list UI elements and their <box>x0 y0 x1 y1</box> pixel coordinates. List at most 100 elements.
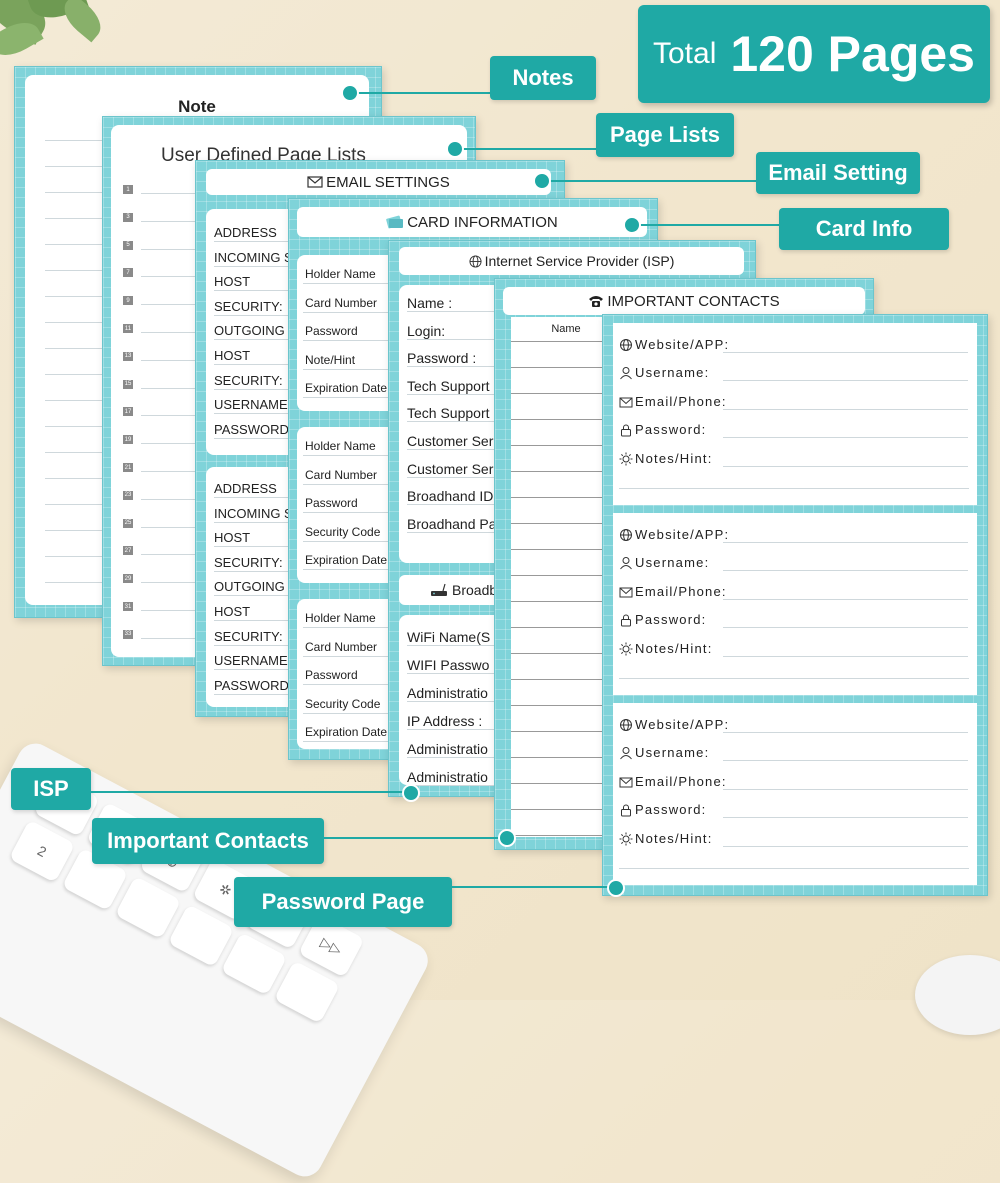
password-extra-line <box>619 868 969 869</box>
page-number-box: 3 <box>123 212 133 222</box>
router-icon <box>431 583 447 596</box>
password-page-sheet: Website/APP: Username: Email/Phone: Passwor… <box>602 314 988 896</box>
sun-icon <box>619 452 633 471</box>
email-field-label: ADDRESS <box>214 481 277 496</box>
email-field-label: SECURITY: <box>214 298 283 314</box>
password-field-line <box>723 542 968 543</box>
page-number-box: 17 <box>123 407 133 417</box>
envelope-icon <box>619 775 633 794</box>
isp-connector-dot <box>402 784 420 802</box>
important-contacts-callout: Important Contacts <box>92 818 324 864</box>
sun-icon <box>619 832 633 851</box>
notes-callout: Notes <box>490 56 596 100</box>
page-number-box: 9 <box>123 296 133 306</box>
isp-field-label: Tech Support <box>407 377 490 394</box>
isp-field-label: Broadhand Pa <box>407 515 497 532</box>
globe-icon <box>619 718 633 737</box>
wifi-field-label: WiFi Name(S <box>407 629 491 645</box>
password-page-connector <box>452 886 614 888</box>
email-field-label: USERNAME <box>214 653 288 669</box>
password-field-label: Website/APP: <box>635 337 730 352</box>
page-number-box: 21 <box>123 463 133 472</box>
email-field-label: HOST <box>214 348 251 363</box>
card-field-label: Holder Name <box>305 267 376 281</box>
total-pages-banner: Total 120 Pages <box>638 5 990 103</box>
page-number-box: 23 <box>123 490 133 500</box>
globe-icon <box>619 338 633 357</box>
email-field-label: INCOMING S <box>214 249 293 265</box>
password-field-line <box>723 627 968 629</box>
globe-icon <box>469 254 482 268</box>
password-field-line <box>723 380 968 382</box>
card-field-label: Expiration Date <box>305 553 388 567</box>
wifi-field-label: IP Address : <box>407 713 483 729</box>
wifi-field-label: WIFI Passwo <box>407 657 490 673</box>
password-field-label: Password: <box>635 422 707 438</box>
isp-header: Internet Service Provider (ISP) <box>399 247 744 275</box>
note-title: Note <box>178 97 216 116</box>
password-field-label: Password: <box>635 612 707 628</box>
total-prefix: Total <box>652 37 717 70</box>
password-extra-line <box>619 678 969 679</box>
password-field-label: Username: <box>635 745 710 761</box>
important-contacts-connector-dot <box>498 829 516 847</box>
card-field-label: Password <box>305 496 358 510</box>
important-contacts-connector <box>324 837 506 839</box>
password-field-line <box>723 732 968 733</box>
wifi-field-label: Administratio <box>407 685 488 701</box>
contacts-header: IMPORTANT CONTACTS <box>503 287 865 315</box>
email-field-label: OUTGOING ( <box>214 579 293 595</box>
page-number-box: 11 <box>123 324 133 333</box>
card-info-header: CARD INFORMATION <box>297 207 647 237</box>
isp-title: Internet Service Provider (ISP) <box>484 253 675 269</box>
isp-field-label: Login: <box>407 322 446 339</box>
page-number-box: 27 <box>123 546 133 556</box>
sun-icon <box>619 642 633 661</box>
password-field-line <box>723 570 968 572</box>
card-field-label: Expiration Date <box>305 381 388 395</box>
email-setting-connector <box>543 180 757 182</box>
wifi-field-label: Administratio <box>407 769 488 785</box>
page-number-box: 33 <box>123 629 133 639</box>
email-field-label: PASSWORD <box>214 677 289 693</box>
email-setting-callout: Email Setting <box>756 152 920 194</box>
notes-connector <box>350 92 492 94</box>
email-field-label: ADDRESS <box>214 225 277 240</box>
card-field-label: Card Number <box>305 639 378 654</box>
email-field-label: USERNAME <box>214 397 288 413</box>
password-field-line <box>723 465 968 467</box>
password-field-label: Website/APP: <box>635 717 730 732</box>
lock-icon <box>619 803 633 822</box>
card-field-label: Card Number <box>305 467 378 482</box>
card-field-label: Holder Name <box>305 611 376 625</box>
card-field-label: Security Code <box>305 524 381 539</box>
password-field-line <box>723 817 968 819</box>
card-field-label: Note/Hint <box>305 352 356 367</box>
card-field-label: Password <box>305 668 358 682</box>
isp-field-label: Tech Support <box>407 405 490 422</box>
lock-icon <box>619 613 633 632</box>
person-icon <box>619 366 633 385</box>
password-field-line <box>723 598 968 600</box>
email-field-label: SECURITY: <box>214 372 283 388</box>
isp-field-label: Broadhand ID <box>407 488 494 505</box>
email-field-label: OUTGOING <box>214 323 285 339</box>
page-number-box: 7 <box>123 268 133 278</box>
password-field-label: Notes/Hint: <box>635 830 713 846</box>
globe-icon <box>619 528 633 547</box>
password-field-line <box>723 352 968 353</box>
password-field-line <box>723 655 968 657</box>
broadband-title: Broadb <box>452 582 498 598</box>
email-settings-title: EMAIL SETTINGS <box>326 173 450 191</box>
password-entry-1: Website/APP: Username: Email/Phone: Passwor… <box>613 323 977 505</box>
page-number-box: 13 <box>123 351 133 361</box>
password-field-label: Username: <box>635 555 710 571</box>
page-lists-connector <box>455 148 597 150</box>
password-field-label: Website/APP: <box>635 527 730 542</box>
password-field-label: Notes/Hint: <box>635 640 713 656</box>
envelope-icon <box>619 585 633 604</box>
password-field-label: Username: <box>635 365 710 381</box>
email-field-label: INCOMING S <box>214 505 293 521</box>
isp-field-label: Customer Ser <box>407 433 494 449</box>
card-info-title: CARD INFORMATION <box>407 213 558 231</box>
